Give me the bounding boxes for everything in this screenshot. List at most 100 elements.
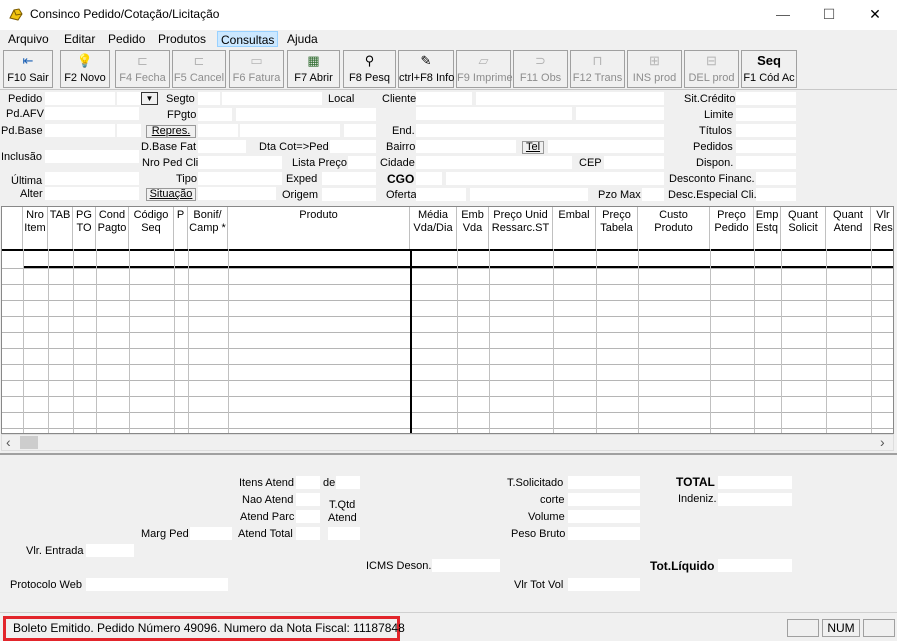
novo-button[interactable]: 💡 F2 Novo — [60, 50, 110, 88]
nro-ped-cli-field[interactable] — [198, 156, 282, 169]
cidade-field[interactable] — [416, 156, 572, 169]
atend-total-field[interactable] — [296, 527, 320, 540]
scroll-thumb[interactable] — [20, 436, 38, 449]
col-preco-pedido[interactable]: Preço Pedido — [710, 207, 754, 249]
obs-button[interactable]: ⊃ F11 Obs — [513, 50, 568, 88]
protocolo-web-field[interactable] — [86, 578, 228, 591]
del-prod-button[interactable]: ⊟ DEL prod — [684, 50, 739, 88]
menu-pedido[interactable]: Pedido — [105, 31, 148, 47]
endereco-line1-field[interactable] — [416, 107, 572, 120]
exped-field[interactable] — [322, 172, 376, 185]
repres-code-field[interactable] — [198, 124, 238, 137]
cgo-code-field[interactable] — [416, 172, 442, 185]
vlr-entrada-field[interactable] — [86, 544, 134, 557]
origem-field[interactable] — [322, 188, 376, 201]
col-preco-tabela[interactable]: Preço Tabela — [596, 207, 638, 249]
desc-especial-field[interactable] — [756, 188, 796, 201]
col-emb-vda[interactable]: Emb Vda — [457, 207, 489, 249]
situacao-field[interactable] — [198, 187, 276, 200]
itens-total-field[interactable] — [336, 476, 360, 489]
menu-arquivo[interactable]: Arquivo — [5, 31, 52, 47]
sair-button[interactable]: ⇤ F10 Sair — [3, 50, 53, 88]
menu-editar[interactable]: Editar — [61, 31, 98, 47]
col-vlr-res[interactable]: Vlr Res — [871, 207, 893, 249]
vlr-tot-vol-field[interactable] — [568, 578, 640, 591]
corte-field[interactable] — [568, 493, 640, 506]
d-base-fat-field[interactable] — [198, 140, 246, 153]
col-quant-solicit[interactable]: Quant Solicit — [781, 207, 826, 249]
pesq-button[interactable]: ⚲ F8 Pesq — [343, 50, 396, 88]
abrir-button[interactable]: ▦ F7 Abrir — [287, 50, 340, 88]
tot-liquido-field[interactable] — [718, 559, 792, 572]
col-pg-to[interactable]: PG TO — [73, 207, 96, 249]
peso-bruto-field[interactable] — [568, 527, 640, 540]
titulos-field[interactable] — [736, 124, 796, 137]
fatura-button[interactable]: ▭ F6 Fatura — [229, 50, 284, 88]
repres-button[interactable]: Repres. — [146, 125, 196, 138]
menu-ajuda[interactable]: Ajuda — [284, 31, 321, 47]
trans-button[interactable]: ⊓ F12 Trans — [570, 50, 625, 88]
desconto-financ-field[interactable] — [756, 172, 796, 185]
grid-horizontal-scrollbar[interactable]: ‹ › — [1, 434, 894, 451]
close-button[interactable]: ✕ — [852, 0, 897, 30]
ultima-field[interactable] — [45, 172, 139, 185]
tel-field[interactable] — [548, 140, 664, 153]
icms-deson-field[interactable] — [432, 559, 500, 572]
sit-credito-field[interactable] — [736, 92, 796, 105]
col-custo-produto[interactable]: Custo Produto — [638, 207, 710, 249]
atend-parc-field[interactable] — [296, 510, 320, 523]
limite-field[interactable] — [736, 108, 796, 121]
col-bonif-camp[interactable]: Bonif/Camp * — [188, 207, 228, 249]
cliente-code-field[interactable] — [416, 92, 472, 105]
t-solicitado-field[interactable] — [568, 476, 640, 489]
col-nro-item[interactable]: Nro Item — [23, 207, 48, 249]
cliente-field[interactable] — [476, 92, 664, 105]
col-embal[interactable]: Embal — [553, 207, 596, 249]
col-media-vda-dia[interactable]: Média Vda/Dia — [410, 207, 457, 249]
col-codigo-seq[interactable]: Código Seq — [129, 207, 174, 249]
fecha-button[interactable]: ⊏ F4 Fecha — [115, 50, 170, 88]
scroll-right-icon[interactable]: › — [880, 434, 885, 450]
segto-field[interactable] — [222, 92, 322, 105]
pedidos-field[interactable] — [736, 140, 796, 153]
dta-cot-field[interactable] — [330, 140, 376, 153]
oferta-code-field[interactable] — [416, 188, 466, 201]
pedido-type-field[interactable] — [117, 92, 141, 105]
endereco-line1b-field[interactable] — [576, 107, 664, 120]
itens-atend-field[interactable] — [296, 476, 320, 489]
tel-button[interactable]: Tel — [522, 141, 544, 154]
t-qtd-atend-field[interactable] — [328, 527, 360, 540]
col-produto[interactable]: Produto — [228, 207, 410, 249]
fpgto-code-field[interactable] — [198, 108, 232, 121]
lista-preco-field[interactable] — [348, 156, 376, 169]
col-quant-atend[interactable]: Quant Atend — [826, 207, 871, 249]
col-p[interactable]: P — [174, 207, 188, 249]
bairro-field[interactable] — [416, 140, 516, 153]
pedido-field[interactable] — [45, 92, 115, 105]
col-emp-estq[interactable]: Emp Estq — [754, 207, 781, 249]
col-tab[interactable]: TAB — [48, 207, 73, 249]
info-button[interactable]: ✎ ctrl+F8 Info — [398, 50, 454, 88]
situacao-button[interactable]: Situação — [146, 188, 196, 201]
pd-base-field[interactable] — [45, 124, 115, 137]
fpgto-field[interactable] — [236, 108, 376, 121]
col-cond-pagto[interactable]: Cond Pagto — [96, 207, 129, 249]
col-preco-unid[interactable]: Preço Unid Ressarc.ST — [489, 207, 553, 249]
menu-consultas[interactable]: Consultas — [217, 31, 279, 47]
alter-field[interactable] — [45, 187, 139, 200]
scroll-left-icon[interactable]: ‹ — [6, 434, 11, 450]
dispon-field[interactable] — [736, 156, 796, 169]
oferta-field[interactable] — [470, 188, 588, 201]
indeniz-field[interactable] — [718, 493, 792, 506]
menu-produtos[interactable]: Produtos — [155, 31, 209, 47]
ins-prod-button[interactable]: ⊞ INS prod — [627, 50, 682, 88]
segto-code-field[interactable] — [198, 92, 220, 105]
pd-base-type-field[interactable] — [117, 124, 141, 137]
total-field[interactable] — [718, 476, 792, 489]
marg-ped-field[interactable] — [190, 527, 232, 540]
pd-afv-field[interactable] — [45, 107, 139, 120]
cod-ac-button[interactable]: Seq F1 Cód Ac — [741, 50, 797, 88]
cancel-button[interactable]: ⊏ F5 Cancel — [172, 50, 226, 88]
maximize-button[interactable]: ☐ — [806, 0, 852, 30]
cgo-field[interactable] — [446, 172, 664, 185]
